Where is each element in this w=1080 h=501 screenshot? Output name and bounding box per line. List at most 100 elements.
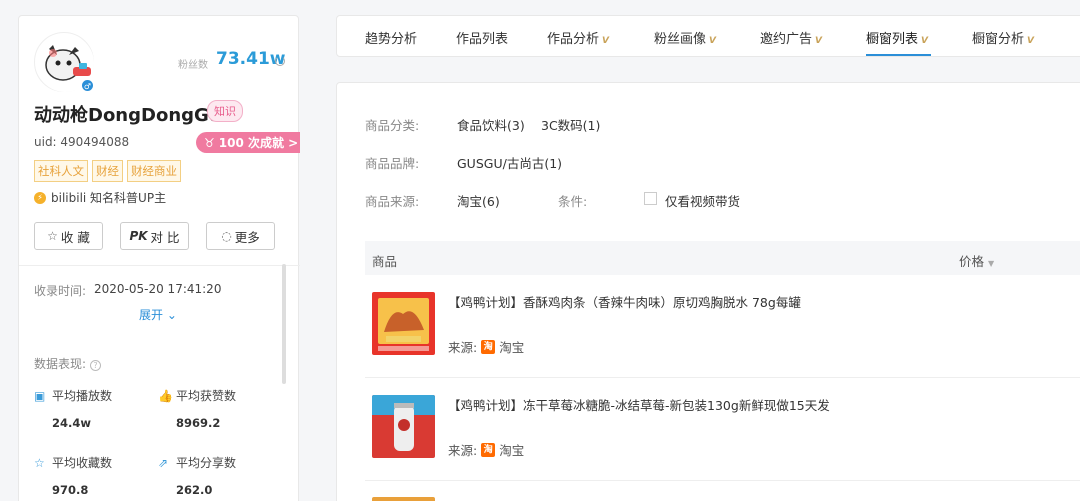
showcase-panel: 商品分类: 食品饮料(3) 3C数码(1) 商品品牌: GUSGU/古尚古(1)… <box>336 82 1080 501</box>
product-thumbnail[interactable] <box>372 497 435 501</box>
stat-label: 平均分享数 <box>176 456 237 470</box>
scrollbar[interactable] <box>282 264 286 384</box>
stat-label: 平均收藏数 <box>52 456 113 470</box>
table-row[interactable]: 【鸡鸭计划】冻干草莓冰糖脆-冰结草莓-新包装130g新鲜现做15天发 来源: 淘淘… <box>365 378 1080 481</box>
vip-icon: V <box>1027 36 1034 46</box>
stat-avg-favorites: ☆ 平均收藏数 970.8 <box>34 454 112 497</box>
uid: uid: 490494088 <box>34 135 130 149</box>
tab-fans[interactable]: 粉丝画像 V <box>654 28 716 47</box>
stat-avg-shares: ⇗ 平均分享数 262.0 <box>158 454 236 497</box>
thumb-up-icon: 👍 <box>158 388 173 403</box>
brand-option[interactable]: GUSGU/古尚古(1) <box>457 153 562 172</box>
achievement-text: 100 次成就 > <box>218 136 299 150</box>
performance-label: 数据表现: <box>34 357 87 371</box>
col-price-label: 价格 <box>959 254 985 269</box>
source-value: 淘宝 <box>499 443 525 458</box>
category-filter-label: 商品分类: <box>365 115 419 134</box>
stat-label: 平均播放数 <box>52 389 113 403</box>
verification: ⚡ bilibili 知名科普UP主 <box>34 189 166 206</box>
tab-label: 粉丝画像 <box>654 32 707 47</box>
col-price[interactable]: 价格 ▼ <box>959 251 994 270</box>
source-label: 来源: <box>448 443 478 458</box>
taobao-icon: 淘 <box>481 339 496 354</box>
vip-icon: V <box>921 36 928 46</box>
vip-icon: V <box>709 36 716 46</box>
divider <box>19 265 300 266</box>
brand-filter-label: 商品品牌: <box>365 153 419 172</box>
tab-ads[interactable]: 邀约广告 V <box>760 28 822 47</box>
video-only-checkbox[interactable] <box>644 192 657 205</box>
tab-showcase-analysis[interactable]: 橱窗分析 V <box>972 28 1034 47</box>
stat-value: 262.0 <box>176 483 213 497</box>
vip-icon: V <box>815 36 822 46</box>
filter-label: 条件: <box>558 194 588 209</box>
tab-works[interactable]: 作品列表 <box>456 28 508 47</box>
category-option[interactable]: 3C数码(1) <box>541 115 600 134</box>
collect-button[interactable]: ☆ 收 藏 <box>34 222 103 250</box>
vip-icon: V <box>602 36 609 46</box>
category-option[interactable]: 食品饮料(3) <box>457 115 525 134</box>
refresh-icon[interactable] <box>275 56 285 66</box>
source-option[interactable]: 淘宝(6) <box>457 191 500 210</box>
pk-icon: PK <box>129 229 148 243</box>
collect-label: 收 藏 <box>60 229 90 245</box>
source-filter-label: 商品来源: <box>365 191 419 210</box>
stat-avg-plays: ▣ 平均播放数 24.4w <box>34 387 112 430</box>
profile-card: ♂ 粉丝数 73.41w 动动枪DongDongGun 知识 uid: 4904… <box>18 15 300 501</box>
compare-button[interactable]: PK 对 比 <box>120 222 189 250</box>
expand-link[interactable]: 展开 ⌄ <box>139 306 177 323</box>
tab-label: 邀约广告 <box>760 32 813 47</box>
more-label: 更多 <box>234 229 260 245</box>
condition-label: 条件: <box>558 191 587 210</box>
chevron-down-icon: ⌄ <box>166 308 177 322</box>
col-product: 商品 <box>372 254 398 269</box>
taobao-icon: 淘 <box>481 442 496 457</box>
help-icon[interactable]: ? <box>90 360 102 371</box>
video-only-label[interactable]: 仅看视频带货 <box>665 191 740 210</box>
star-icon: ☆ <box>47 229 58 243</box>
lightning-icon: ⚡ <box>34 191 46 204</box>
more-button[interactable]: ◌ 更多 <box>206 222 275 250</box>
filter-label: 商品分类: <box>365 118 420 133</box>
table-header: 商品 价格 ▼ <box>365 241 1080 275</box>
achievement-badge[interactable]: ♉ 100 次成就 > <box>196 132 300 153</box>
category-badge: 知识 <box>207 100 243 122</box>
tab-label: 作品列表 <box>456 32 509 47</box>
expand-label: 展开 <box>139 308 164 322</box>
verification-text: bilibili 知名科普UP主 <box>51 191 167 205</box>
product-thumbnail[interactable] <box>372 395 435 458</box>
tab-works-analysis[interactable]: 作品分析 V <box>547 28 609 47</box>
avatar[interactable]: ♂ <box>34 32 94 92</box>
share-icon: ⇗ <box>158 455 169 470</box>
fans-label: 粉丝数 <box>178 60 208 71</box>
filter-label: 商品品牌: <box>365 156 420 171</box>
collect-time-value: 2020-05-20 17:41:20 <box>94 282 222 296</box>
source-label: 来源: <box>448 340 478 355</box>
tag: 社科人文 <box>34 160 88 182</box>
product-title[interactable]: 【鸡鸭计划】冻干草莓冰糖脆-冰结草莓-新包装130g新鲜现做15天发 <box>448 395 830 414</box>
product-source: 来源: 淘淘宝 <box>448 337 524 356</box>
compare-label: 对 比 <box>150 229 180 245</box>
tab-trend[interactable]: 趋势分析 <box>365 28 417 47</box>
stat-value: 8969.2 <box>176 416 221 430</box>
table-row[interactable] <box>365 493 1080 501</box>
tv-icon: ▣ <box>34 388 46 403</box>
product-source: 来源: 淘淘宝 <box>448 440 524 459</box>
gender-icon: ♂ <box>81 79 94 92</box>
product-thumbnail[interactable] <box>372 292 435 355</box>
source-value: 淘宝 <box>499 340 525 355</box>
tab-showcase-list[interactable]: 橱窗列表 V <box>866 28 928 47</box>
tab-bar: 趋势分析 作品列表 作品分析 V 粉丝画像 V 邀约广告 V 橱窗列表 V 橱窗分析 V <box>336 15 1080 57</box>
tag: 财经 <box>92 160 123 182</box>
stat-label: 平均获赞数 <box>176 389 237 403</box>
star-icon: ☆ <box>34 455 45 470</box>
trophy-icon: ♉ <box>204 135 215 150</box>
tab-label: 趋势分析 <box>365 32 418 47</box>
product-title[interactable]: 【鸡鸭计划】香酥鸡肉条（香辣牛肉味）原切鸡胸脱水 78g每罐 <box>448 292 801 311</box>
stat-value: 24.4w <box>52 416 91 430</box>
sort-down-icon: ▼ <box>988 259 995 268</box>
table-row[interactable]: 【鸡鸭计划】香酥鸡肉条（香辣牛肉味）原切鸡胸脱水 78g每罐 来源: 淘淘宝 <box>365 275 1080 378</box>
tab-label: 橱窗分析 <box>972 32 1025 47</box>
tag: 财经商业 <box>127 160 181 182</box>
tag-list: 社科人文 财经 财经商业 <box>34 160 181 182</box>
